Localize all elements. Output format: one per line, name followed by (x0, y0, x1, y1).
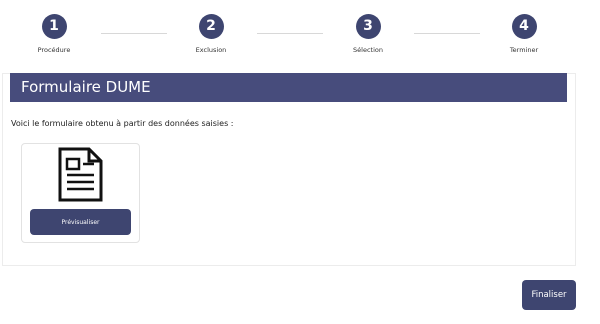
step-label: Sélection (353, 46, 383, 54)
step-procedure[interactable]: 1 Procédure (14, 14, 94, 54)
finalize-button[interactable]: Finaliser (522, 280, 576, 310)
step-label: Procédure (37, 46, 71, 54)
preview-button[interactable]: Prévisualiser (30, 209, 131, 235)
step-number: 3 (355, 14, 381, 39)
stepper: 1 Procédure 2 Exclusion 3 Sélection 4 Te… (0, 0, 600, 62)
stepper-connector (101, 33, 167, 34)
step-selection[interactable]: 3 Sélection (328, 14, 408, 54)
step-label: Exclusion (195, 46, 227, 54)
intro-text: Voici le formulaire obtenu à partir des … (11, 119, 234, 128)
step-terminer[interactable]: 4 Terminer (484, 14, 564, 54)
step-label: Terminer (509, 46, 539, 54)
step-number: 1 (41, 14, 67, 39)
panel-title: Formulaire DUME (10, 73, 567, 102)
step-exclusion[interactable]: 2 Exclusion (171, 14, 251, 54)
document-icon (58, 147, 103, 202)
stepper-connector (414, 33, 480, 34)
step-number: 4 (511, 14, 537, 39)
stepper-connector (257, 33, 323, 34)
step-number: 2 (198, 14, 224, 39)
